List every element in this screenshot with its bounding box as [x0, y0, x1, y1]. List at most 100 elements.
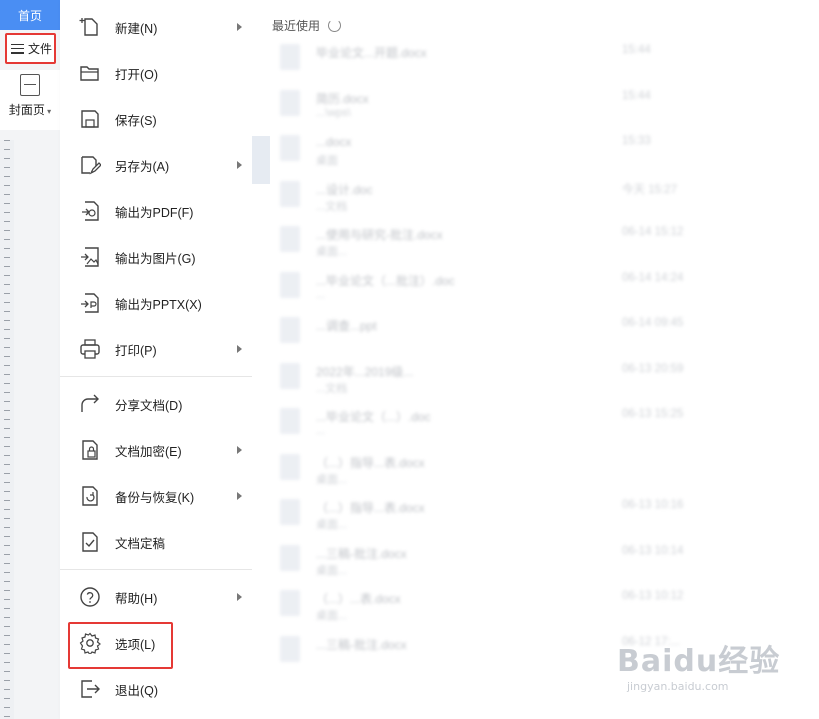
- cover-page-icon: [20, 74, 40, 96]
- finalize-icon: [78, 530, 102, 554]
- menu-item-label: 打开(O): [115, 67, 159, 82]
- file-path: ...: [316, 288, 326, 301]
- list-item[interactable]: ...毕业论文（...批注）.doc... 06-14 14:24: [274, 266, 749, 312]
- document-icon: [280, 180, 300, 207]
- menu-divider: [60, 376, 252, 377]
- recent-title: 最近使用: [272, 19, 321, 33]
- file-path: 桌面...: [316, 564, 348, 577]
- list-item[interactable]: ...调查...ppt 06-14 09:45: [274, 311, 749, 357]
- menu-item-label: 打印(P): [115, 343, 157, 358]
- file-path: ...文档: [316, 382, 348, 395]
- file-time: 06-13 10:14: [622, 544, 684, 557]
- menu-item-label: 选项(L): [115, 637, 156, 652]
- document-icon: [280, 271, 300, 298]
- file-name: 毕业论文...开题.docx: [316, 46, 427, 60]
- file-time: 06-14 15:12: [622, 226, 684, 238]
- submenu-arrow-icon: [237, 492, 242, 500]
- refresh-icon[interactable]: [328, 19, 342, 32]
- file-menu-button[interactable]: 文件: [5, 33, 56, 64]
- file-time: 06-13 10:16: [622, 499, 684, 511]
- menu-item-label: 文档定稿: [115, 536, 166, 551]
- menu-item-label: 输出为图片(G): [115, 251, 196, 266]
- file-name: ...调查...ppt: [316, 319, 377, 333]
- recent-files-panel: 最近使用 毕业论文...开题.docx 15:44 简历.docx ...\wps\…: [252, 0, 755, 719]
- menu-item-label: 退出(Q): [115, 683, 159, 698]
- menu-item-options[interactable]: 选项(L): [60, 622, 252, 664]
- file-name: （...）指导...表.docx: [316, 455, 425, 470]
- document-icon: [280, 635, 300, 662]
- submenu-arrow-icon: [237, 23, 242, 31]
- file-time: 15:44: [622, 44, 651, 56]
- document-icon: [280, 317, 300, 343]
- baidu-jingyan-watermark: Baidu经验 jingyan.baidu.com: [617, 636, 780, 693]
- list-item[interactable]: （...）...表.docx 桌面... 06-13 10:12: [274, 584, 749, 630]
- list-item[interactable]: ...设计.doc ...文档 今天 15:27: [274, 175, 749, 221]
- list-item[interactable]: ...使用与研究-批注.docx 桌面... 06-14 15:12: [274, 220, 749, 266]
- file-path: 桌面...: [316, 246, 348, 258]
- list-item[interactable]: 毕业论文...开题.docx 15:44: [274, 38, 749, 84]
- menu-item-export-pptx[interactable]: 输出为PPTX(X): [60, 282, 252, 324]
- list-item[interactable]: ...毕业论文（...）.doc... 06-13 15:25: [274, 402, 749, 448]
- list-item[interactable]: （...）指导...表.docx 桌面... 06-13 10:16: [274, 493, 749, 539]
- file-name: ...毕业论文（...）.doc: [316, 410, 431, 424]
- file-name: 简历.docx: [316, 91, 369, 106]
- document-icon: [280, 544, 300, 571]
- list-item[interactable]: 2022年...2019级... ...文档 06-13 20:59: [274, 357, 749, 403]
- file-path: ...文档: [316, 200, 348, 213]
- export-pptx-icon: [78, 291, 102, 315]
- new-file-icon: [78, 15, 102, 39]
- hamburger-icon: [11, 43, 24, 54]
- file-path: 桌面...: [316, 610, 348, 622]
- menu-item-print[interactable]: 打印(P): [60, 328, 252, 370]
- file-name: ...使用与研究-批注.docx: [316, 228, 443, 242]
- list-item[interactable]: 简历.docx ...\wps\ 15:44: [274, 84, 749, 130]
- file-time: 15:33: [622, 135, 651, 147]
- menu-item-open[interactable]: 打开(O): [60, 52, 252, 94]
- file-path: 桌面...: [316, 473, 348, 486]
- exit-icon: [78, 677, 102, 701]
- menu-item-save[interactable]: 保存(S): [60, 98, 252, 140]
- document-icon: [280, 408, 300, 434]
- list-item[interactable]: ...docx 桌面 15:33: [274, 129, 749, 175]
- menu-item-export-image[interactable]: 输出为图片(G): [60, 236, 252, 278]
- menu-item-encrypt[interactable]: 文档加密(E): [60, 429, 252, 471]
- document-icon: [280, 226, 300, 252]
- menu-item-label: 分享文档(D): [115, 398, 183, 413]
- menu-item-share[interactable]: 分享文档(D): [60, 383, 252, 425]
- menu-divider: [60, 569, 252, 570]
- watermark-main: Baidu经验: [617, 644, 781, 679]
- tab-home[interactable]: 首页: [0, 0, 60, 30]
- file-name: （...）指导...表.docx: [316, 501, 425, 515]
- menu-item-save-as[interactable]: 另存为(A): [60, 144, 252, 186]
- menu-item-label: 保存(S): [115, 113, 157, 128]
- menu-item-help[interactable]: 帮助(H): [60, 576, 252, 618]
- chevron-down-icon: ▾: [44, 107, 52, 116]
- list-item[interactable]: （...）指导...表.docx 桌面...: [274, 448, 749, 494]
- file-name: ...三稿-批注.docx: [316, 546, 407, 561]
- list-item[interactable]: ...三稿-批注.docx 桌面... 06-13 10:14: [274, 539, 749, 585]
- save-icon: [78, 107, 102, 131]
- menu-item-new[interactable]: 新建(N): [60, 6, 252, 48]
- document-icon: [280, 44, 300, 70]
- menu-item-label: 另存为(A): [115, 159, 170, 174]
- menu-item-exit[interactable]: 退出(Q): [60, 668, 252, 710]
- file-name: 2022年...2019级...: [316, 364, 414, 379]
- file-menu-label: 文件: [28, 42, 53, 56]
- cover-page-button[interactable]: 封面页 ▾: [0, 70, 60, 130]
- menu-item-finalize[interactable]: 文档定稿: [60, 521, 252, 563]
- menu-item-export-pdf[interactable]: 输出为PDF(F): [60, 190, 252, 232]
- recent-header: 最近使用: [272, 17, 342, 34]
- encrypt-icon: [78, 438, 102, 462]
- menu-item-label: 输出为PPTX(X): [115, 297, 202, 312]
- selected-row-indicator: [252, 136, 270, 184]
- recent-files-list: 毕业论文...开题.docx 15:44 简历.docx ...\wps\ 15:44…: [274, 38, 749, 675]
- document-icon: [280, 362, 300, 389]
- folder-open-icon: [78, 61, 102, 85]
- file-name: ...设计.doc: [316, 182, 373, 197]
- help-icon: [78, 585, 102, 609]
- cover-page-label: 封面页: [8, 103, 45, 117]
- gear-icon: [78, 631, 102, 655]
- file-path: 桌面: [316, 155, 338, 167]
- menu-item-backup[interactable]: 备份与恢复(K): [60, 475, 252, 517]
- submenu-arrow-icon: [237, 593, 242, 601]
